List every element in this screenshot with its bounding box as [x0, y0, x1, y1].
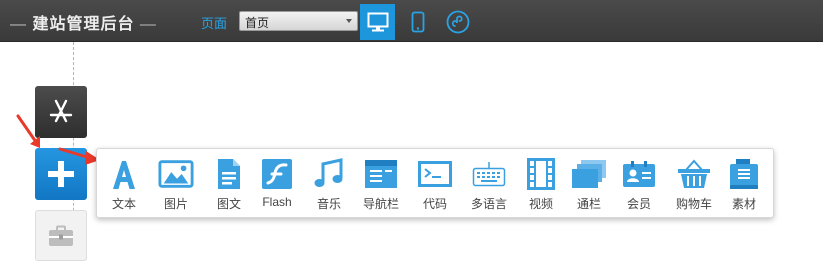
text-icon: [113, 161, 135, 189]
document-icon: [218, 159, 240, 189]
component-label: 图文: [216, 197, 241, 211]
app-title: — 建站管理后台 —: [10, 10, 157, 34]
mobile-view-button[interactable]: [400, 4, 435, 40]
component-label: 购物车: [675, 197, 712, 211]
component-navbar[interactable]: 导航栏: [354, 149, 408, 217]
app-title-text: 建站管理后台: [32, 16, 135, 33]
component-flash[interactable]: Flash: [250, 149, 304, 217]
toolbox-icon: [49, 225, 73, 246]
toolbox-button[interactable]: [35, 210, 87, 261]
component-label: 通栏: [576, 197, 601, 211]
music-icon: [314, 158, 343, 187]
mini-program-view-button[interactable]: [440, 4, 475, 40]
assets-icon: [730, 159, 758, 189]
component-label: 会员: [626, 197, 651, 211]
component-code[interactable]: 代码: [408, 149, 462, 217]
title-dash-right: —: [139, 16, 157, 33]
component-text[interactable]: 文本: [97, 149, 151, 217]
component-image[interactable]: 图片: [149, 149, 203, 217]
component-music[interactable]: 音乐: [302, 149, 356, 217]
component-cart[interactable]: 购物车: [667, 149, 721, 217]
page-select[interactable]: 首页: [239, 11, 358, 31]
component-label: 导航栏: [362, 197, 399, 211]
navbar-icon: [365, 160, 397, 188]
component-image-text[interactable]: 图文: [202, 149, 256, 217]
desktop-view-button[interactable]: [360, 4, 395, 40]
title-dash-left: —: [10, 16, 27, 33]
page-select-value: 首页: [245, 16, 270, 30]
component-label: 音乐: [316, 197, 341, 211]
app-store-icon: [49, 99, 73, 123]
mobile-icon: [411, 11, 424, 33]
cart-icon: [678, 159, 710, 188]
component-label: Flash: [262, 195, 292, 209]
component-label: 多语言: [470, 197, 507, 211]
component-label: 文本: [111, 197, 136, 211]
component-label: 视频: [528, 197, 553, 211]
component-multilanguage[interactable]: 多语言: [462, 149, 516, 217]
banner-icon: [572, 160, 606, 188]
desktop-icon: [367, 12, 388, 32]
chevron-down-icon: [346, 19, 352, 23]
component-video[interactable]: 视频: [514, 149, 568, 217]
mini-program-icon: [446, 10, 469, 34]
image-icon: [158, 160, 194, 188]
member-icon: [623, 161, 655, 187]
component-member[interactable]: 会员: [612, 149, 666, 217]
code-icon: [418, 161, 452, 187]
arrow-icon: [16, 114, 40, 148]
component-label: 素材: [731, 197, 756, 211]
component-label: 代码: [422, 197, 447, 211]
component-panel: 文本 图片 图文 Flash 音乐 导航栏 代码 多语言 视频 通栏 会员 购物…: [96, 148, 774, 218]
top-bar: — 建站管理后台 — 页面 首页: [0, 0, 823, 42]
component-assets[interactable]: 素材: [717, 149, 771, 217]
page-label: 页面: [201, 16, 228, 31]
keyboard-icon: [472, 162, 506, 187]
component-label: 图片: [163, 197, 188, 211]
component-banner[interactable]: 通栏: [562, 149, 616, 217]
flash-icon: [262, 159, 292, 189]
video-icon: [527, 158, 555, 190]
